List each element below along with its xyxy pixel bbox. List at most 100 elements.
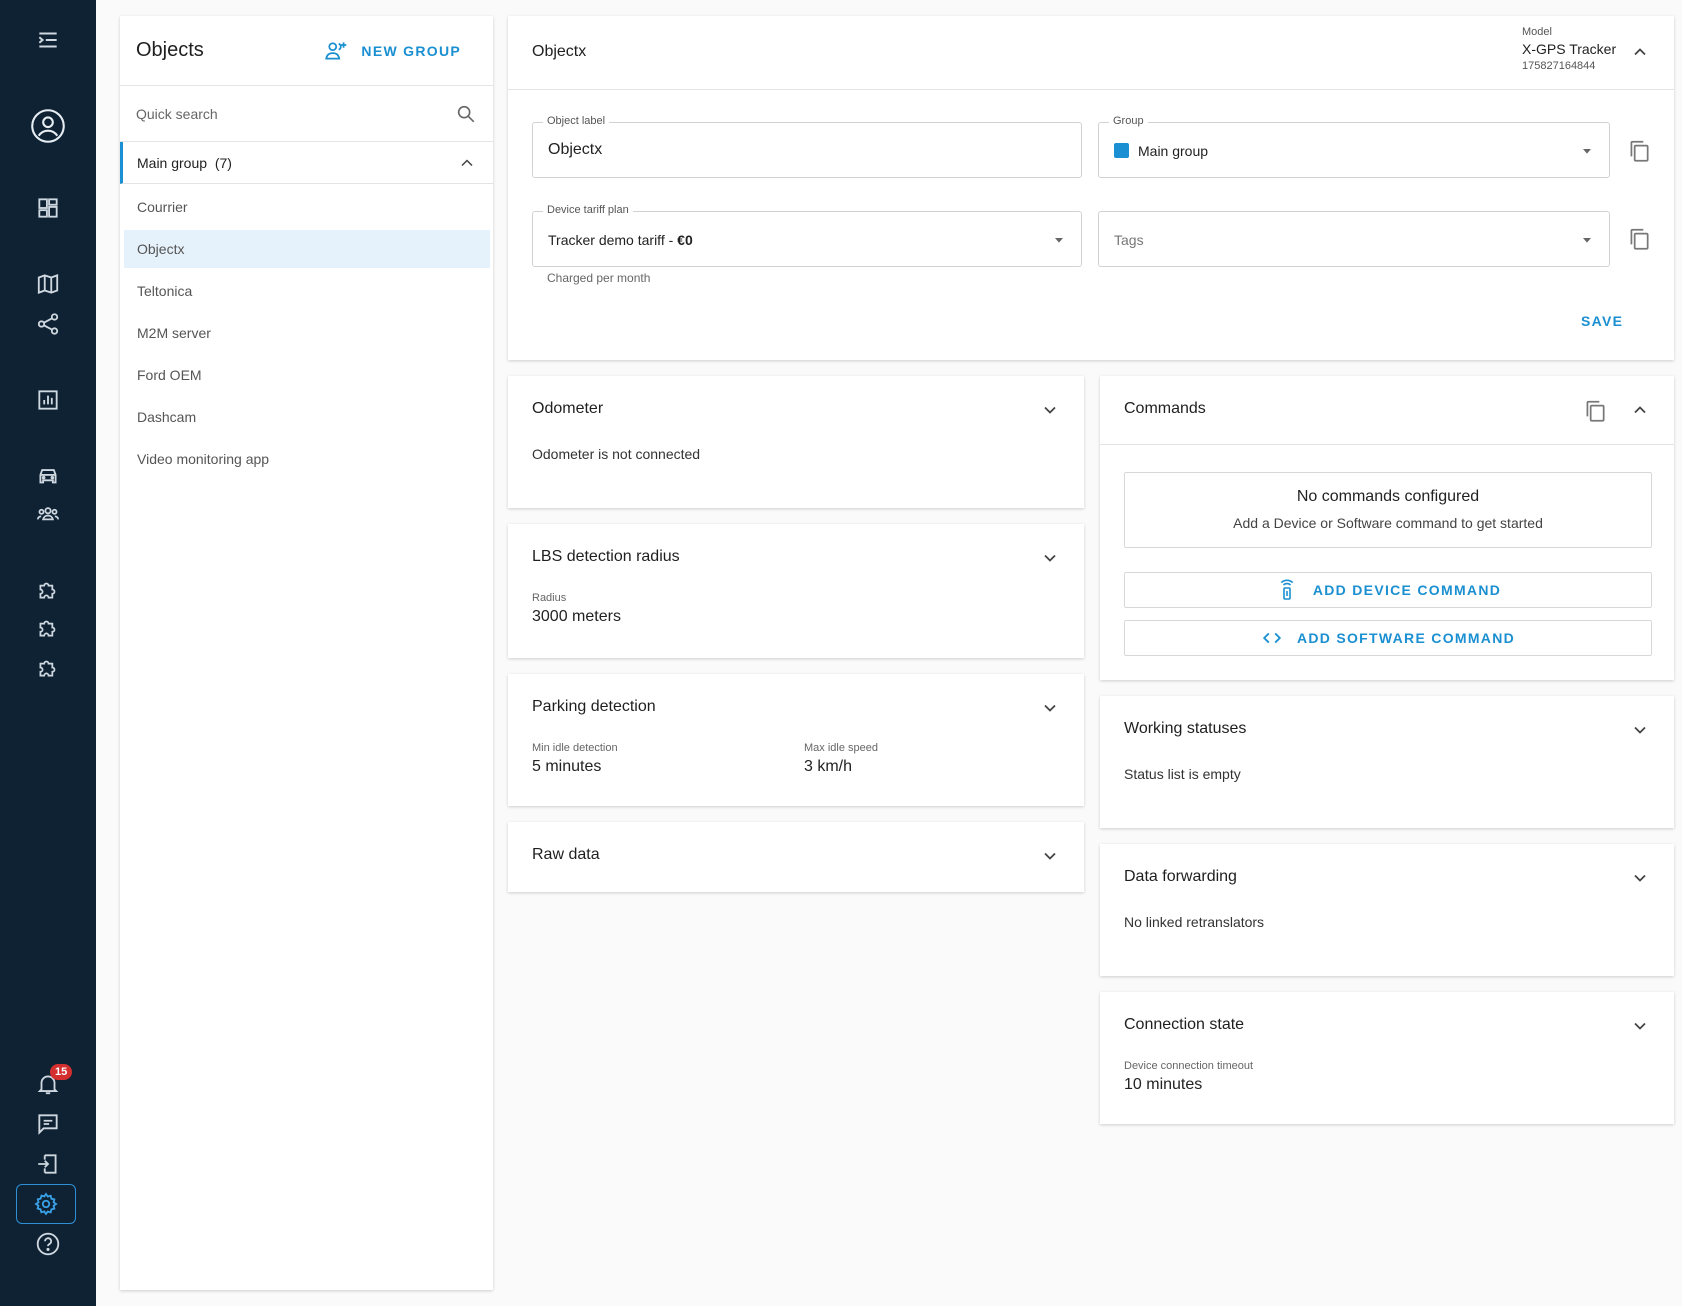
object-label-value: Objectx xyxy=(548,141,603,158)
radius-value: 3000 meters xyxy=(532,608,621,625)
raw-data-card: Raw data xyxy=(508,822,1084,892)
tariff-helper-text: Charged per month xyxy=(547,271,651,285)
odometer-title: Odometer xyxy=(532,400,604,417)
list-item[interactable]: Dashcam xyxy=(124,398,490,436)
chevron-up-icon[interactable] xyxy=(457,153,477,173)
list-item[interactable]: M2M server xyxy=(124,314,490,352)
chat-icon xyxy=(38,1114,58,1135)
dropdown-arrow-icon xyxy=(1583,238,1591,243)
lbs-card: LBS detection radius Radius 3000 meters xyxy=(508,524,1084,658)
users-button[interactable] xyxy=(24,494,72,534)
connection-state-card: Connection state Device connection timeo… xyxy=(1100,992,1674,1124)
chevron-down-icon[interactable] xyxy=(1038,696,1062,720)
list-item-selected[interactable]: Objectx xyxy=(124,230,490,268)
dropdown-arrow-icon xyxy=(1583,149,1591,154)
chevron-down-icon[interactable] xyxy=(1038,398,1062,422)
plugin-1-button[interactable] xyxy=(24,570,72,610)
tags-placeholder: Tags xyxy=(1114,232,1144,248)
tariff-plan-select[interactable]: Device tariff plan Tracker demo tariff -… xyxy=(532,204,1082,267)
help-button[interactable] xyxy=(24,1224,72,1264)
empty-title: No commands configured xyxy=(1296,488,1480,505)
logout-button[interactable] xyxy=(24,1144,72,1184)
object-header: Objectx Model X-GPS Tracker 175827164844 xyxy=(508,16,1674,90)
copy-icon[interactable] xyxy=(1582,398,1608,424)
vehicles-button[interactable] xyxy=(24,456,72,496)
gear-icon xyxy=(34,1192,58,1216)
idle-detection-value: 5 minutes xyxy=(532,758,602,775)
chevron-up-icon[interactable] xyxy=(1628,398,1652,422)
working-statuses-card: Working statuses Status list is empty xyxy=(1100,696,1674,828)
idle-detection-label: Min idle detection xyxy=(532,742,618,754)
car-icon xyxy=(39,469,57,484)
group-add-icon xyxy=(325,41,347,59)
chevron-down-icon[interactable] xyxy=(1038,546,1062,570)
object-label-field[interactable]: Object label Objectx xyxy=(532,115,1082,178)
list-item[interactable]: Video monitoring app xyxy=(124,440,490,478)
objects-sidebar: Objects NEW GROUP Main group (7) Courrie… xyxy=(120,16,493,1290)
list-item[interactable]: Ford OEM xyxy=(124,356,490,394)
extension-icon xyxy=(39,620,56,637)
main-group-row[interactable]: Main group (7) xyxy=(120,142,493,184)
working-statuses-text: Status list is empty xyxy=(1124,766,1241,782)
profile-button[interactable] xyxy=(24,104,72,148)
commands-empty-state: No commands configured Add a Device or S… xyxy=(1124,472,1652,548)
tariff-caption: Device tariff plan xyxy=(543,204,633,216)
plugin-3-button[interactable] xyxy=(24,648,72,688)
list-item[interactable]: Courrier xyxy=(124,188,490,226)
group-label: Main group (7) xyxy=(137,154,232,171)
save-button[interactable]: SAVE xyxy=(1581,313,1623,329)
extension-icon xyxy=(39,582,56,599)
chevron-down-icon[interactable] xyxy=(1038,844,1062,868)
menu-toggle-button[interactable] xyxy=(24,20,72,60)
group-select[interactable]: Group Main group xyxy=(1098,115,1610,178)
objects-title: Objects xyxy=(136,39,204,61)
add-software-command-label: ADD SOFTWARE COMMAND xyxy=(1296,630,1516,646)
notification-count-badge: 15 xyxy=(50,1064,73,1080)
quick-search-input[interactable] xyxy=(136,105,455,122)
logout-icon xyxy=(38,1154,57,1174)
data-forwarding-card: Data forwarding No linked retranslators xyxy=(1100,844,1674,976)
dropdown-arrow-icon xyxy=(1055,238,1063,243)
data-forwarding-text: No linked retranslators xyxy=(1124,914,1265,930)
settings-button[interactable] xyxy=(16,1184,76,1224)
lbs-title: LBS detection radius xyxy=(532,548,680,565)
chevron-down-icon[interactable] xyxy=(1628,1014,1652,1038)
add-device-command-button[interactable]: ADD DEVICE COMMAND xyxy=(1124,572,1652,608)
copy-icon[interactable] xyxy=(1626,226,1652,252)
help-circle-icon xyxy=(36,1232,60,1256)
messages-button[interactable] xyxy=(24,1104,72,1144)
bar-chart-icon xyxy=(38,390,58,410)
dashboard-icon xyxy=(38,198,58,218)
plugin-2-button[interactable] xyxy=(24,608,72,648)
group-color-swatch xyxy=(1114,143,1129,158)
copy-icon[interactable] xyxy=(1626,138,1652,164)
idle-speed-label: Max idle speed xyxy=(804,742,878,754)
objects-header: Objects NEW GROUP xyxy=(120,16,493,86)
odometer-card: Odometer Odometer is not connected xyxy=(508,376,1084,508)
notifications-button[interactable]: 15 xyxy=(24,1064,73,1104)
list-item[interactable]: Teltonica xyxy=(124,272,490,310)
dashboard-button[interactable] xyxy=(24,188,72,228)
tags-select[interactable]: Tags xyxy=(1098,211,1610,267)
menu-expand-icon xyxy=(38,32,57,48)
search-icon[interactable] xyxy=(455,103,477,125)
chevron-down-icon[interactable] xyxy=(1628,718,1652,742)
group-caption: Group xyxy=(1109,115,1148,127)
idle-speed-value: 3 km/h xyxy=(804,758,853,775)
share-button[interactable] xyxy=(24,304,72,344)
add-software-command-button[interactable]: ADD SOFTWARE COMMAND xyxy=(1124,620,1652,656)
map-button[interactable] xyxy=(24,264,72,304)
reports-button[interactable] xyxy=(24,380,72,420)
new-group-button[interactable]: NEW GROUP xyxy=(323,38,461,64)
odometer-status: Odometer is not connected xyxy=(532,446,701,462)
chevron-up-icon[interactable] xyxy=(1628,40,1652,64)
tracker-device-icon xyxy=(1280,579,1294,600)
map-icon xyxy=(37,274,59,294)
connection-state-title: Connection state xyxy=(1124,1016,1245,1033)
timeout-value: 10 minutes xyxy=(1124,1076,1203,1093)
model-label: Model xyxy=(1522,26,1552,38)
chevron-down-icon[interactable] xyxy=(1628,866,1652,890)
extension-icon xyxy=(39,660,56,677)
share-icon xyxy=(37,313,59,335)
empty-subtitle: Add a Device or Software command to get … xyxy=(1233,515,1543,531)
